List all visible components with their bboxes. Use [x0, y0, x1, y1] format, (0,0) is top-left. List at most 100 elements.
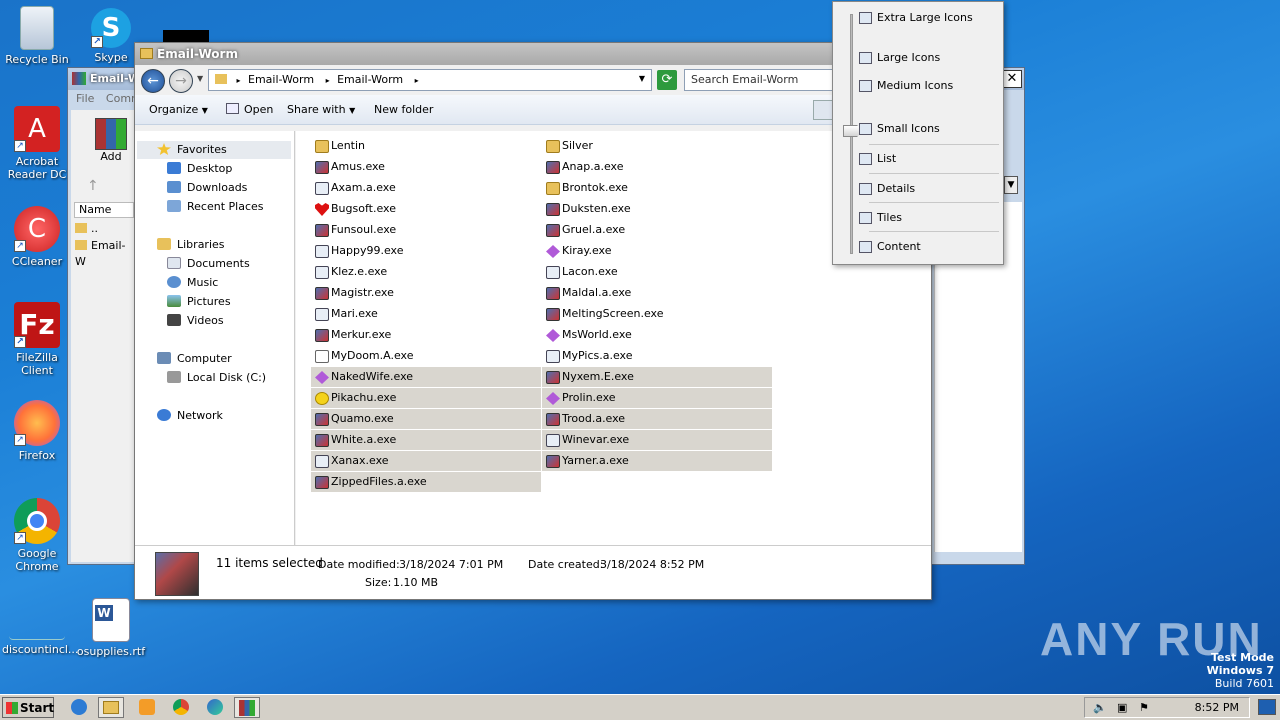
- back-button[interactable]: ←: [141, 69, 165, 93]
- new-folder-button[interactable]: New folder: [374, 103, 433, 116]
- list-item[interactable]: Email-W: [75, 238, 134, 268]
- desktop-icon-ccleaner[interactable]: C ↗ CCleaner: [2, 206, 72, 268]
- nav-downloads[interactable]: Downloads: [167, 179, 247, 197]
- nav-favorites[interactable]: Favorites: [157, 141, 227, 159]
- file-item[interactable]: MyPics.a.exe: [542, 346, 772, 366]
- clock[interactable]: 8:52 PM: [1195, 701, 1239, 714]
- view-large-icons[interactable]: Large Icons: [859, 48, 940, 68]
- view-tiles[interactable]: Tiles: [859, 208, 902, 228]
- open-button[interactable]: Open: [226, 103, 273, 116]
- explorer-titlebar[interactable]: Email-Worm: [135, 43, 931, 65]
- nav-pictures[interactable]: Pictures: [167, 293, 231, 311]
- view-list[interactable]: List: [859, 149, 896, 169]
- view-small-icons[interactable]: Small Icons: [859, 119, 940, 139]
- file-item[interactable]: Klez.e.exe: [311, 262, 541, 282]
- nav-videos[interactable]: Videos: [167, 312, 224, 330]
- desktop-icon-discount[interactable]: discountincl...: [2, 600, 78, 656]
- file-item[interactable]: Silver: [542, 136, 772, 156]
- view-extra-large-icons[interactable]: Extra Large Icons: [859, 8, 973, 28]
- show-desktop-button[interactable]: [1258, 699, 1276, 715]
- taskbar-ie-button[interactable]: [66, 697, 92, 718]
- menu-file[interactable]: File: [76, 92, 94, 105]
- file-item[interactable]: Amus.exe: [311, 157, 541, 177]
- view-menu[interactable]: Extra Large Icons Large Icons Medium Ico…: [832, 1, 1004, 265]
- file-item[interactable]: Mari.exe: [311, 304, 541, 324]
- nav-music[interactable]: Music: [167, 274, 218, 292]
- close-icon[interactable]: ✕: [1002, 70, 1022, 88]
- nav-recent-places[interactable]: Recent Places: [167, 198, 264, 216]
- file-item[interactable]: Axam.a.exe: [311, 178, 541, 198]
- taskbar-edge-button[interactable]: [202, 697, 228, 718]
- taskbar-chrome-button[interactable]: [168, 697, 194, 718]
- file-item[interactable]: Maldal.a.exe: [542, 283, 772, 303]
- file-item[interactable]: Funsoul.exe: [311, 220, 541, 240]
- bg-dropdown-arrow[interactable]: ▼: [1004, 176, 1018, 194]
- file-item[interactable]: Lentin: [311, 136, 541, 156]
- file-item[interactable]: Yarner.a.exe: [542, 451, 772, 471]
- file-item[interactable]: NakedWife.exe: [311, 367, 541, 387]
- address-bar[interactable]: ▸ Email-Worm ▸ Email-Worm ▸ ▼: [208, 69, 652, 91]
- file-item[interactable]: MeltingScreen.exe: [542, 304, 772, 324]
- taskbar-winrar-button[interactable]: [234, 697, 260, 718]
- change-view-button[interactable]: [813, 100, 833, 120]
- file-item[interactable]: ZippedFiles.a.exe: [311, 472, 541, 492]
- file-item[interactable]: Kiray.exe: [542, 241, 772, 261]
- recent-pages-dropdown[interactable]: ▼: [197, 74, 203, 83]
- file-item[interactable]: Pikachu.exe: [311, 388, 541, 408]
- file-item[interactable]: Lacon.exe: [542, 262, 772, 282]
- explorer-window[interactable]: Email-Worm ← → ▼ ▸ Email-Worm ▸ Email-Wo…: [134, 42, 932, 600]
- breadcrumb-segment[interactable]: Email-Worm: [337, 73, 403, 86]
- file-item[interactable]: White.a.exe: [311, 430, 541, 450]
- desktop-icon-acrobat[interactable]: A ↗ Acrobat Reader DC: [2, 106, 72, 181]
- file-item[interactable]: MyDoom.A.exe: [311, 346, 541, 366]
- file-item[interactable]: Nyxem.E.exe: [542, 367, 772, 387]
- breadcrumb-segment[interactable]: Email-Worm: [248, 73, 314, 86]
- file-item[interactable]: Quamo.exe: [311, 409, 541, 429]
- taskbar-explorer-button[interactable]: [98, 697, 124, 718]
- nav-computer[interactable]: Computer: [157, 350, 232, 368]
- file-item[interactable]: Trood.a.exe: [542, 409, 772, 429]
- nav-desktop[interactable]: Desktop: [167, 160, 232, 178]
- file-item[interactable]: Winevar.exe: [542, 430, 772, 450]
- desktop-icon-recycle-bin[interactable]: Recycle Bin: [2, 6, 72, 66]
- forward-button[interactable]: →: [169, 69, 193, 93]
- nav-network[interactable]: Network: [157, 407, 223, 425]
- action-center-flag-icon[interactable]: ⚑: [1139, 701, 1149, 714]
- address-dropdown-icon[interactable]: ▼: [639, 74, 645, 83]
- taskbar-media-button[interactable]: [134, 697, 160, 718]
- file-item[interactable]: Merkur.exe: [311, 325, 541, 345]
- list-item[interactable]: ..: [75, 221, 98, 237]
- desktop-icon-firefox[interactable]: ↗ Firefox: [2, 400, 72, 462]
- file-item[interactable]: Brontok.exe: [542, 178, 772, 198]
- file-item[interactable]: Happy99.exe: [311, 241, 541, 261]
- volume-icon[interactable]: 🔈: [1093, 701, 1107, 714]
- view-medium-icons[interactable]: Medium Icons: [859, 76, 953, 96]
- file-item[interactable]: Bugsoft.exe: [311, 199, 541, 219]
- file-item[interactable]: Duksten.exe: [542, 199, 772, 219]
- desktop-icon-chrome[interactable]: ↗ Google Chrome: [2, 498, 72, 573]
- share-with-button[interactable]: Share with ▼: [287, 103, 355, 116]
- view-details[interactable]: Details: [859, 179, 915, 199]
- desktop-icon-filezilla[interactable]: Fz ↗ FileZilla Client: [2, 302, 72, 377]
- network-tray-icon[interactable]: ▣: [1117, 701, 1127, 714]
- file-item[interactable]: Xanax.exe: [311, 451, 541, 471]
- nav-local-disk[interactable]: Local Disk (C:): [167, 369, 266, 387]
- bg-col-header[interactable]: Name: [74, 202, 134, 218]
- view-content[interactable]: Content: [859, 237, 921, 257]
- nav-documents[interactable]: Documents: [167, 255, 250, 273]
- start-button[interactable]: Start: [2, 697, 54, 718]
- date-modified-value: 3/18/2024 7:01 PM: [399, 558, 504, 571]
- search-input[interactable]: Search Email-Worm: [684, 69, 836, 91]
- up-arrow-icon[interactable]: ↑: [87, 178, 99, 194]
- bg-window-title: Email-W: [90, 72, 141, 85]
- nav-libraries[interactable]: Libraries: [157, 236, 225, 254]
- file-item[interactable]: MsWorld.exe: [542, 325, 772, 345]
- file-item[interactable]: Anap.a.exe: [542, 157, 772, 177]
- file-item[interactable]: Gruel.a.exe: [542, 220, 772, 240]
- add-button[interactable]: Add: [91, 118, 131, 163]
- desktop-icon-osupplies[interactable]: W osupplies.rtf: [76, 598, 146, 658]
- file-item[interactable]: Prolin.exe: [542, 388, 772, 408]
- organize-button[interactable]: Organize ▼: [149, 103, 208, 116]
- refresh-button[interactable]: ⟳: [657, 70, 677, 90]
- file-item[interactable]: Magistr.exe: [311, 283, 541, 303]
